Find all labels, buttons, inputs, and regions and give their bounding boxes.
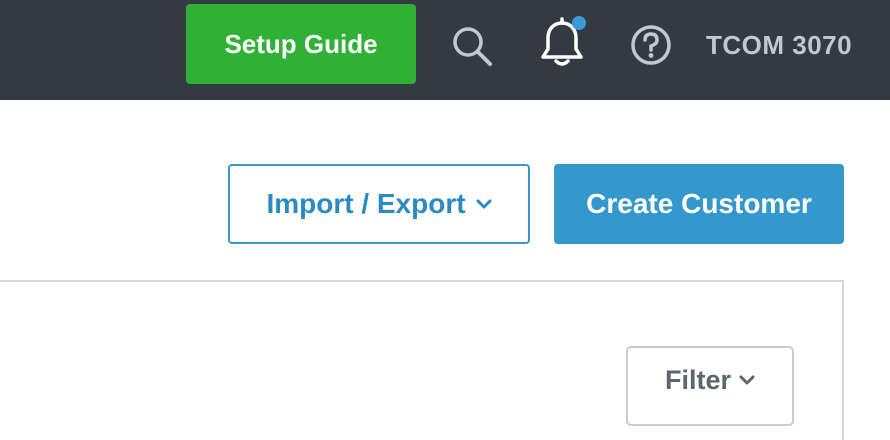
import-export-label: Import / Export <box>266 188 466 219</box>
setup-guide-button[interactable]: Setup Guide <box>186 4 416 84</box>
help-button[interactable] <box>624 18 678 72</box>
import-export-dropdown[interactable]: Import / Export <box>228 164 530 244</box>
chevron-down-icon <box>476 198 492 210</box>
search-button[interactable] <box>444 18 500 74</box>
notification-badge <box>572 16 586 30</box>
create-customer-button[interactable]: Create Customer <box>554 164 844 244</box>
search-icon <box>453 27 492 66</box>
filter-label: Filter <box>664 364 731 395</box>
chevron-down-icon <box>739 374 755 386</box>
help-circle-icon <box>631 25 671 65</box>
account-name[interactable]: TCOM 3070 <box>706 26 852 64</box>
filter-dropdown[interactable]: Filter <box>626 346 794 426</box>
create-customer-label: Create Customer <box>586 188 812 219</box>
notifications-button[interactable] <box>532 12 592 74</box>
top-navigation-bar: Setup Guide TCOM 3070 <box>0 0 890 100</box>
setup-guide-label: Setup Guide <box>224 28 378 59</box>
